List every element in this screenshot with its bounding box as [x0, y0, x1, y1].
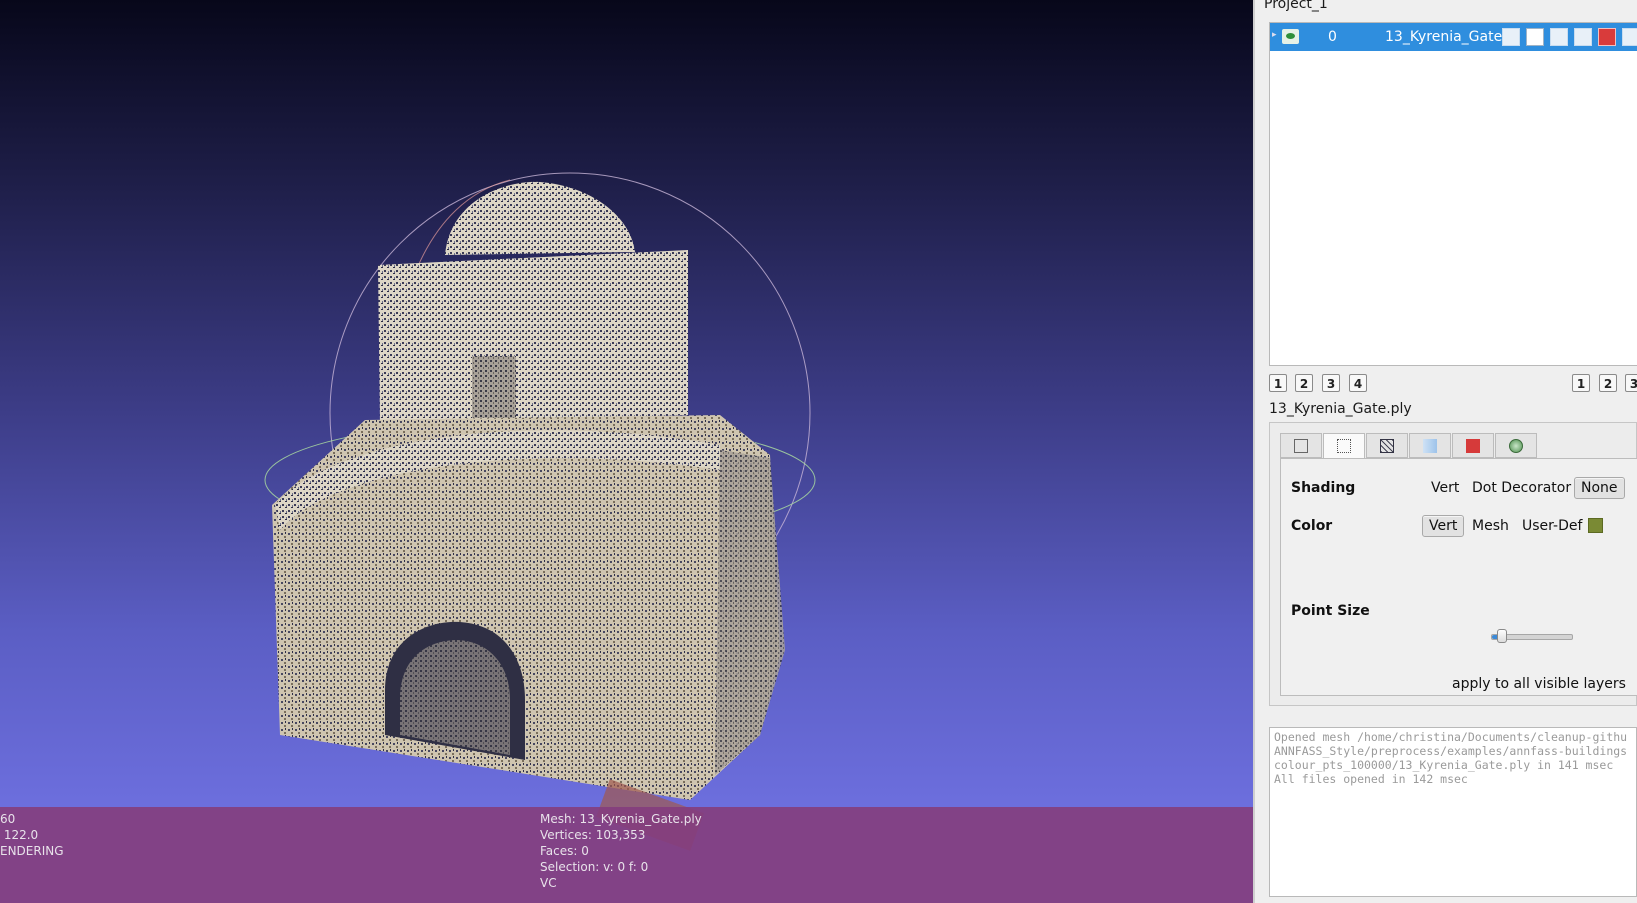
sphere-icon [1509, 439, 1523, 453]
point-cloud-scene[interactable] [0, 0, 1253, 903]
texture-icon [1466, 439, 1480, 453]
selection-line: Selection: v: 0 f: 0 [540, 860, 649, 874]
flat-icon[interactable] [1574, 28, 1592, 46]
log-line: All files opened in 142 msec [1274, 772, 1468, 786]
flat-icon [1423, 439, 1437, 453]
apply-all-layers-label[interactable]: apply to all visible layers [1452, 676, 1626, 692]
log-line: ANNFASS_Style/preprocess/examples/annfas… [1274, 744, 1628, 758]
layer-name[interactable]: 13_Kyrenia_Gate [1385, 29, 1502, 45]
raster-page-button[interactable]: 2 [1599, 374, 1617, 392]
tower-window [472, 356, 516, 418]
expand-arrow-icon[interactable]: ▸ [1272, 30, 1277, 40]
project-title: Project_1 [1264, 0, 1328, 12]
shading-label: Shading [1291, 480, 1356, 496]
info-left: 60 122.0 ENDERING [0, 811, 64, 859]
eye-icon[interactable] [1282, 29, 1299, 44]
faces-line: Faces: 0 [540, 844, 589, 858]
points-icon[interactable] [1526, 28, 1544, 46]
wireframe-icon[interactable] [1550, 28, 1568, 46]
color-mesh-option[interactable]: Mesh [1472, 518, 1509, 534]
info-left-line: ENDERING [0, 844, 64, 858]
box-icon [1294, 439, 1308, 453]
shading-dot-decorator-option[interactable]: Dot Decorator [1472, 480, 1571, 496]
layer-page-button[interactable]: 3 [1322, 374, 1340, 392]
mesh-info: Mesh: 13_Kyrenia_Gate.ply Vertices: 103,… [540, 811, 702, 891]
decorator-mesh-name: 13_Kyrenia_Gate.ply [1269, 401, 1412, 417]
wireframe-icon [1380, 439, 1394, 453]
decorator-panel: Shading Vert Dot Decorator None Color Ve… [1269, 422, 1637, 706]
box-icon[interactable] [1502, 28, 1520, 46]
shading-none-option[interactable]: None [1574, 477, 1625, 499]
upper-tower [378, 250, 688, 425]
point-size-label: Point Size [1291, 603, 1370, 619]
color-mode-line: VC [540, 876, 557, 890]
side-face [715, 450, 785, 775]
log-line: Opened mesh /home/christina/Documents/cl… [1274, 730, 1628, 744]
tab-sphere[interactable] [1495, 433, 1537, 458]
tab-flat[interactable] [1409, 433, 1451, 458]
mesh-name-line: Mesh: 13_Kyrenia_Gate.ply [540, 812, 702, 826]
points-icon [1337, 439, 1351, 453]
point-size-slider-handle[interactable] [1496, 629, 1507, 643]
info-overlay: 60 122.0 ENDERING Mesh: 13_Kyrenia_Gate.… [0, 807, 1253, 903]
tab-wireframe[interactable] [1366, 433, 1408, 458]
layer-dialog: Project_1 ▸ 0 13_Kyrenia_Gate 1 2 3 4 1 … [1255, 0, 1637, 903]
info-left-line: 122.0 [0, 828, 39, 842]
user-color-swatch[interactable] [1588, 518, 1603, 533]
layer-index: 0 [1328, 29, 1337, 45]
color-label: Color [1291, 518, 1333, 534]
tab-points[interactable] [1323, 433, 1365, 459]
color-vert-option[interactable]: Vert [1422, 515, 1465, 537]
layer-list[interactable]: ▸ 0 13_Kyrenia_Gate [1269, 22, 1637, 366]
3d-viewport[interactable]: 60 122.0 ENDERING Mesh: 13_Kyrenia_Gate.… [0, 0, 1253, 903]
log-line: colour_pts_100000/13_Kyrenia_Gate.ply in… [1274, 758, 1614, 772]
tab-texture[interactable] [1452, 433, 1494, 458]
log-output[interactable]: Opened mesh /home/christina/Documents/cl… [1269, 727, 1637, 897]
layer-extra-icon[interactable] [1622, 28, 1637, 46]
layer-row[interactable]: ▸ 0 13_Kyrenia_Gate [1270, 23, 1637, 51]
vertices-line: Vertices: 103,353 [540, 828, 646, 842]
raster-page-button[interactable]: 1 [1572, 374, 1590, 392]
doorway-inner [400, 640, 510, 755]
raster-page-button[interactable]: 3 [1625, 374, 1637, 392]
points-tab-body: Shading Vert Dot Decorator None Color Ve… [1280, 458, 1637, 696]
info-left-line: 60 [0, 812, 16, 826]
shading-vert-option[interactable]: Vert [1431, 480, 1459, 496]
color-user-def-option[interactable]: User-Def [1522, 518, 1582, 534]
point-size-slider[interactable] [1491, 629, 1573, 643]
texture-icon[interactable] [1598, 28, 1616, 46]
layer-page-button[interactable]: 4 [1349, 374, 1367, 392]
layer-page-button[interactable]: 2 [1295, 374, 1313, 392]
tab-box[interactable] [1280, 433, 1322, 458]
layer-page-button[interactable]: 1 [1269, 374, 1287, 392]
